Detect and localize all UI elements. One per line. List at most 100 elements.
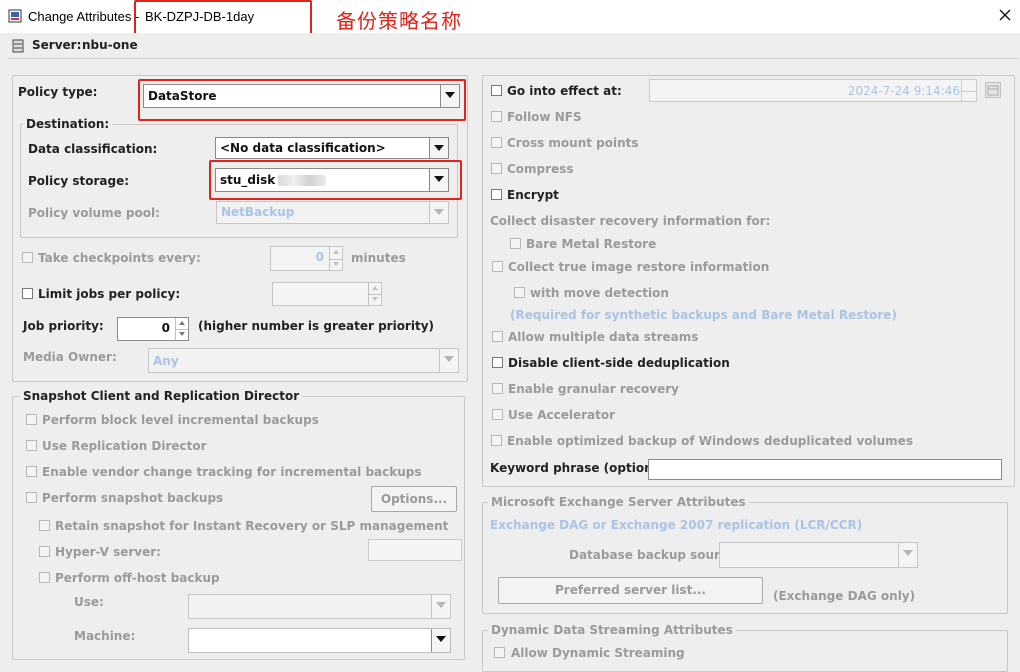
vendor-tracking-checkbox[interactable] — [26, 466, 37, 477]
granular-checkbox[interactable] — [492, 383, 503, 394]
take-checkpoints-label: Take checkpoints every: — [38, 251, 201, 265]
close-button[interactable] — [996, 4, 1014, 26]
chevron-down-icon[interactable] — [429, 202, 448, 223]
snapshot-backups-checkbox[interactable] — [26, 492, 37, 503]
job-priority-spinner[interactable]: 0 — [117, 317, 189, 341]
use-select[interactable] — [188, 594, 451, 619]
data-classification-value: <No data classification> — [220, 141, 386, 155]
replication-director-label: Use Replication Director — [42, 439, 207, 453]
window-title: Change Attributes - — [28, 9, 140, 24]
required-note: (Required for synthetic backups and Bare… — [510, 308, 897, 322]
hyperv-server-field[interactable] — [368, 539, 462, 561]
bare-metal-label: Bare Metal Restore — [526, 237, 657, 251]
calendar-icon — [987, 85, 999, 96]
policy-type-label: Policy type: — [18, 85, 98, 99]
chevron-down-icon[interactable] — [439, 349, 458, 372]
encrypt-checkbox[interactable] — [491, 189, 502, 200]
dynamic-streaming-legend: Dynamic Data Streaming Attributes — [488, 623, 736, 637]
chevron-down-icon[interactable] — [429, 138, 448, 158]
keyword-input[interactable] — [648, 459, 1002, 480]
job-priority-hint: (higher number is greater priority) — [198, 319, 435, 333]
options-button[interactable]: Options... — [371, 486, 457, 512]
media-owner-value: Any — [153, 354, 179, 368]
policy-storage-label: Policy storage: — [28, 174, 130, 188]
server-name: nbu-one — [82, 38, 138, 52]
cross-mount-checkbox[interactable] — [491, 137, 502, 148]
media-owner-select[interactable]: Any — [148, 348, 459, 373]
replication-director-checkbox[interactable] — [26, 440, 37, 451]
limit-jobs-spinner[interactable] — [272, 282, 382, 306]
optimized-backup-label: Enable optimized backup of Windows dedup… — [507, 434, 913, 448]
exchange-legend: Microsoft Exchange Server Attributes — [488, 495, 749, 509]
go-into-effect-label: Go into effect at: — [507, 84, 622, 98]
use-label: Use: — [74, 595, 104, 609]
collect-tir-label: Collect true image restore information — [508, 260, 770, 274]
machine-label: Machine: — [74, 629, 136, 643]
policy-volume-pool-value: NetBackup — [221, 205, 295, 219]
offhost-label: Perform off-host backup — [55, 571, 220, 585]
chevron-down-icon[interactable] — [898, 543, 917, 567]
exchange-dag-note: Exchange DAG or Exchange 2007 replicatio… — [490, 518, 863, 532]
accelerator-checkbox[interactable] — [492, 409, 503, 420]
snapshot-backups-label: Perform snapshot backups — [42, 491, 224, 505]
disable-dedup-label: Disable client-side deduplication — [508, 356, 730, 370]
collect-dr-label: Collect disaster recovery information fo… — [490, 214, 771, 228]
spinner-down-icon[interactable] — [961, 91, 976, 101]
policy-volume-pool-label: Policy volume pool: — [28, 206, 160, 220]
server-label: Server: — [32, 38, 82, 52]
block-level-checkbox[interactable] — [26, 414, 37, 425]
granular-label: Enable granular recovery — [508, 382, 679, 396]
spinner-down-icon[interactable] — [368, 294, 381, 305]
retain-snapshot-checkbox[interactable] — [39, 520, 50, 531]
spinner-down-icon[interactable] — [175, 329, 188, 340]
job-priority-value: 0 — [161, 321, 170, 335]
limit-jobs-label: Limit jobs per policy: — [38, 287, 181, 301]
disable-dedup-checkbox[interactable] — [492, 357, 503, 368]
encrypt-label: Encrypt — [507, 188, 559, 202]
calendar-button[interactable] — [985, 82, 1001, 98]
preferred-server-button[interactable]: Preferred server list... — [498, 577, 763, 604]
multiple-streams-label: Allow multiple data streams — [508, 330, 699, 344]
policy-name-annotation: 备份策略名称 — [336, 9, 462, 33]
bare-metal-checkbox[interactable] — [510, 238, 521, 249]
go-into-effect-value: 2024-7-24 9:14:46 — [847, 84, 960, 98]
policy-storage-highlight — [209, 160, 462, 200]
cross-mount-label: Cross mount points — [507, 136, 639, 150]
spinner-down-icon[interactable] — [329, 258, 342, 270]
app-icon — [8, 9, 22, 23]
data-classification-select[interactable]: <No data classification> — [215, 137, 449, 159]
snapshot-legend: Snapshot Client and Replication Director — [20, 389, 303, 403]
collect-tir-checkbox[interactable] — [492, 261, 503, 272]
policy-volume-pool-select[interactable]: NetBackup — [216, 201, 449, 224]
follow-nfs-label: Follow NFS — [507, 110, 582, 124]
go-into-effect-field[interactable]: 2024-7-24 9:14:46 — [649, 79, 977, 102]
take-checkpoints-checkbox[interactable] — [22, 252, 33, 263]
allow-dynamic-streaming-label: Allow Dynamic Streaming — [511, 646, 685, 660]
minutes-label: minutes — [351, 251, 406, 265]
take-checkpoints-spinner[interactable]: 0 — [270, 246, 343, 271]
db-source-select[interactable] — [719, 542, 918, 568]
move-detection-label: with move detection — [530, 286, 669, 300]
optimized-backup-checkbox[interactable] — [491, 435, 502, 446]
follow-nfs-checkbox[interactable] — [491, 111, 502, 122]
take-checkpoints-value: 0 — [315, 250, 324, 264]
compress-checkbox[interactable] — [491, 163, 502, 174]
hyperv-label: Hyper-V server: — [55, 545, 161, 559]
close-icon — [999, 9, 1011, 21]
compress-label: Compress — [507, 162, 574, 176]
server-bar — [0, 33, 1020, 57]
vendor-tracking-label: Enable vendor change tracking for increm… — [42, 465, 422, 479]
policy-name: BK-DZPJ-DB-1day — [145, 9, 255, 24]
limit-jobs-checkbox[interactable] — [22, 288, 33, 299]
machine-select[interactable] — [188, 628, 451, 653]
move-detection-checkbox[interactable] — [514, 287, 525, 298]
db-source-label: Database backup source: — [569, 548, 741, 562]
go-into-effect-checkbox[interactable] — [491, 85, 502, 96]
offhost-checkbox[interactable] — [39, 572, 50, 583]
media-owner-label: Media Owner: — [23, 350, 117, 364]
chevron-down-icon[interactable] — [431, 595, 450, 618]
hyperv-checkbox[interactable] — [39, 546, 50, 557]
chevron-down-icon[interactable] — [431, 629, 450, 652]
job-priority-label: Job priority: — [23, 319, 104, 333]
multiple-streams-checkbox[interactable] — [492, 331, 503, 342]
